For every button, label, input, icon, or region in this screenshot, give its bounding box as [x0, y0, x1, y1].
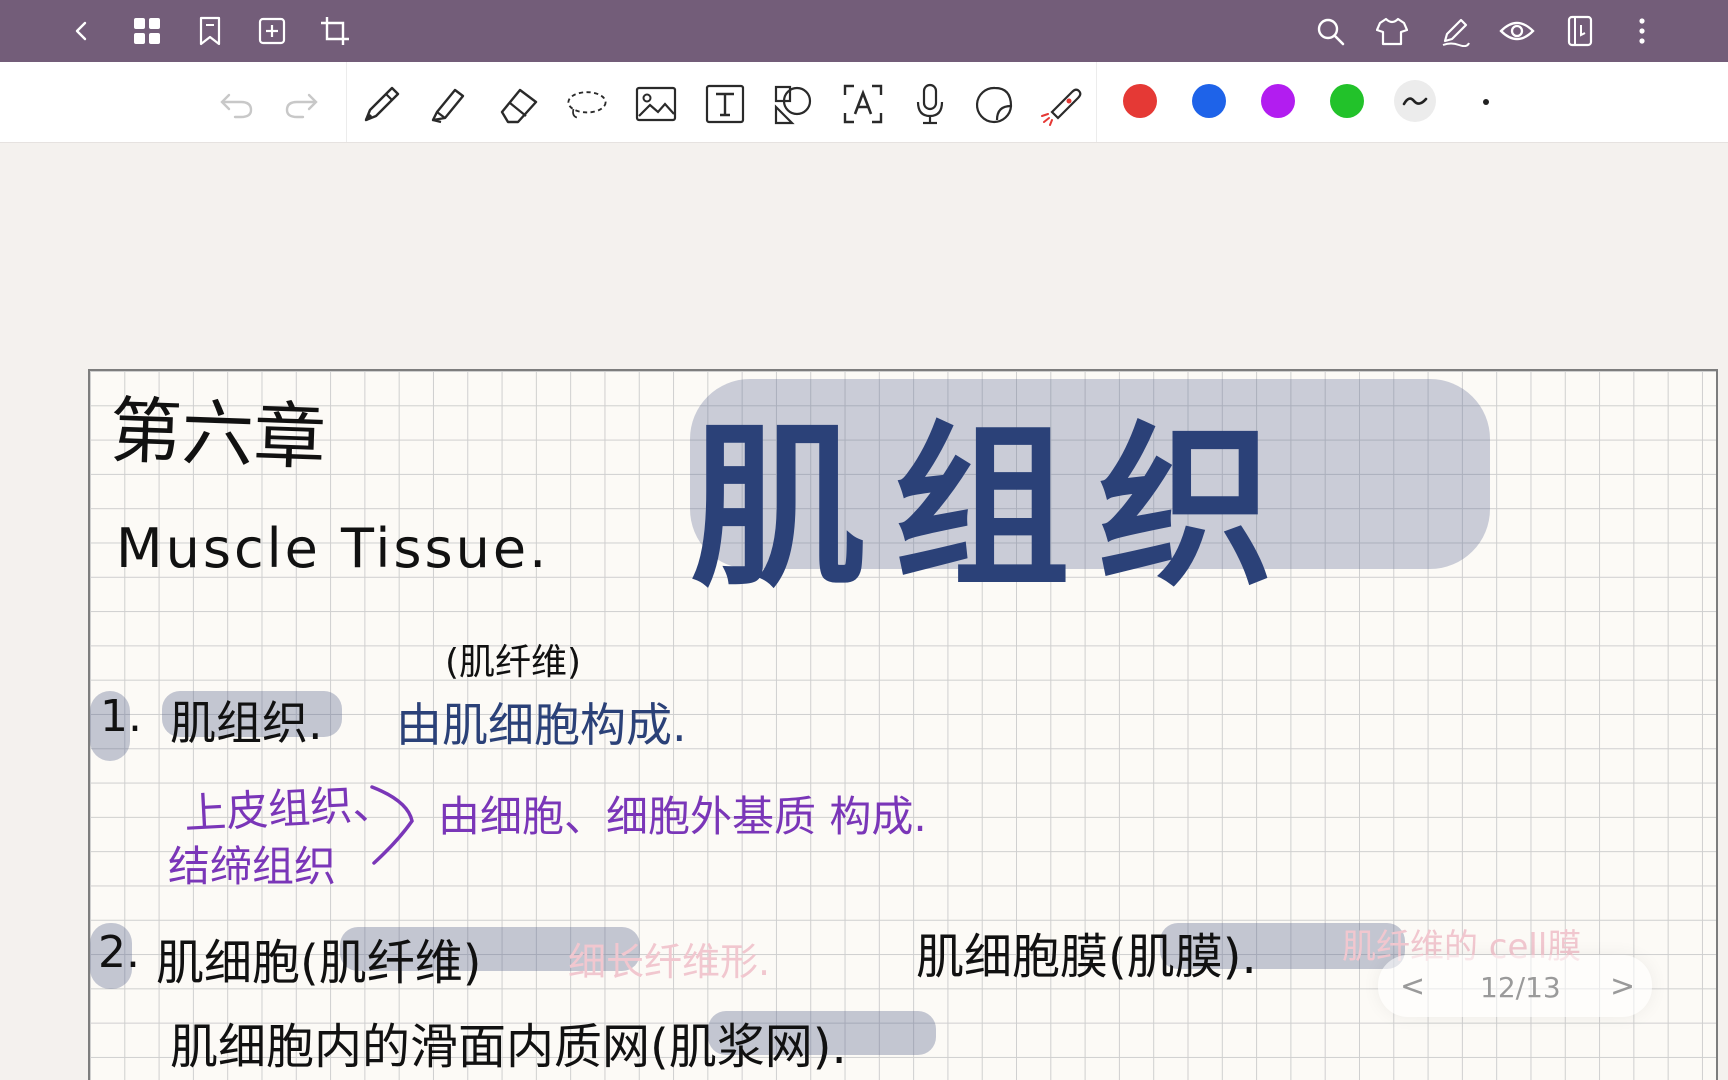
add-page-icon[interactable] [254, 13, 290, 49]
sticker-icon[interactable] [973, 82, 1017, 126]
color-swatch-green[interactable] [1330, 84, 1364, 118]
eye-icon[interactable] [1499, 13, 1535, 49]
text-icon[interactable] [703, 82, 747, 126]
title-english: Muscle Tissue. [116, 517, 550, 580]
connective-tissue: 结缔组织 [168, 842, 337, 891]
highlighter-icon[interactable] [427, 82, 471, 126]
tool-bar [0, 62, 1728, 143]
item-1-definition: 由肌细胞构成. [396, 698, 687, 752]
undo-icon[interactable] [215, 82, 259, 126]
page-indicator: 12/13 [1480, 971, 1561, 1004]
text-recognition-icon[interactable] [841, 82, 885, 126]
tissue-definition: 由细胞、细胞外基质 构成. [438, 792, 927, 841]
item-2-number: 2. [98, 927, 140, 978]
next-page-button[interactable]: > [1610, 969, 1635, 1004]
epithelial-tissue: 上皮组织、 [183, 778, 396, 839]
laser-pointer-icon[interactable] [1038, 82, 1082, 126]
lasso-icon[interactable] [565, 82, 609, 126]
notebook-icon[interactable] [1562, 13, 1598, 49]
chapter-label: 第六章 [108, 388, 328, 480]
stroke-size-dot[interactable] [1483, 99, 1489, 105]
redo-icon[interactable] [279, 82, 323, 126]
more-icon[interactable] [1624, 13, 1660, 49]
color-swatch-red[interactable] [1123, 84, 1157, 118]
top-bar [0, 0, 1728, 62]
shapes-icon[interactable] [772, 82, 816, 126]
microphone-icon[interactable] [908, 82, 952, 126]
item-1-term: 肌组织. [170, 696, 323, 750]
item-2-faded-note: 细长纤维形. [568, 940, 771, 984]
item-2-line-2: 肌细胞内的滑面内质网(肌浆网). [170, 1019, 847, 1075]
brace-arrow-icon [370, 785, 414, 865]
annotation-muscle-fiber: (肌纤维) [445, 642, 582, 683]
item-2-text: 肌细胞(肌纤维) [156, 935, 482, 991]
pen-edit-icon[interactable] [1437, 13, 1473, 49]
stroke-style-button[interactable] [1394, 80, 1436, 122]
search-icon[interactable] [1312, 13, 1348, 49]
back-icon[interactable] [64, 13, 100, 49]
eraser-icon[interactable] [496, 82, 540, 126]
shirt-icon[interactable] [1374, 13, 1410, 49]
previous-page-button[interactable]: < [1400, 969, 1425, 1004]
image-icon[interactable] [634, 82, 678, 126]
toolbar-divider [1096, 62, 1097, 142]
grid-icon[interactable] [129, 13, 165, 49]
item-1-number: 1. [100, 691, 142, 742]
crop-icon[interactable] [317, 13, 353, 49]
toolbar-divider [346, 62, 347, 142]
title-chinese: 肌组织 [690, 406, 1303, 611]
pen-icon[interactable] [358, 82, 402, 126]
membrane-text: 肌细胞膜(肌膜). [916, 929, 1257, 985]
color-swatch-purple[interactable] [1261, 84, 1295, 118]
color-swatch-blue[interactable] [1192, 84, 1226, 118]
page-navigator: < 12/13 > [1378, 955, 1652, 1017]
stroke-wave-icon [1402, 97, 1428, 106]
bookmark-icon[interactable] [192, 13, 228, 49]
